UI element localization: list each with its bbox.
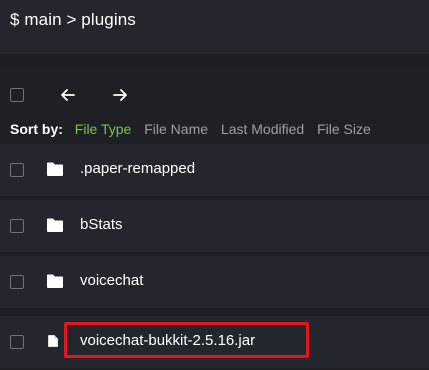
file-row[interactable]: voicechat <box>0 256 429 308</box>
row-checkbox[interactable] <box>10 219 24 233</box>
select-all-checkbox[interactable] <box>10 88 24 102</box>
sort-option-last-modified[interactable]: Last Modified <box>221 121 304 137</box>
arrow-left-icon[interactable] <box>57 84 79 106</box>
file-name[interactable]: .paper-remapped <box>80 160 195 177</box>
file-name[interactable]: bStats <box>80 216 123 233</box>
row-checkbox[interactable] <box>10 163 24 177</box>
arrow-right-icon[interactable] <box>109 84 131 106</box>
sort-bar: Sort by: File Type File Name Last Modifi… <box>10 121 380 137</box>
sort-option-file-name[interactable]: File Name <box>144 121 208 137</box>
row-checkbox[interactable] <box>10 335 24 349</box>
file-icon <box>48 335 58 347</box>
folder-icon <box>47 218 63 232</box>
folder-icon <box>47 274 63 288</box>
breadcrumb[interactable]: $ main > plugins <box>10 10 136 30</box>
highlight-box <box>64 322 309 358</box>
file-name[interactable]: voicechat <box>80 272 143 289</box>
row-checkbox[interactable] <box>10 275 24 289</box>
file-row[interactable]: bStats <box>0 200 429 252</box>
file-row[interactable]: .paper-remapped <box>0 144 429 196</box>
header-gap <box>0 54 429 68</box>
sort-label: Sort by: <box>10 121 63 137</box>
folder-icon <box>47 162 63 176</box>
sort-option-file-size[interactable]: File Size <box>317 121 371 137</box>
header-bar: $ main > plugins <box>0 0 429 54</box>
sort-option-file-type[interactable]: File Type <box>75 121 132 137</box>
